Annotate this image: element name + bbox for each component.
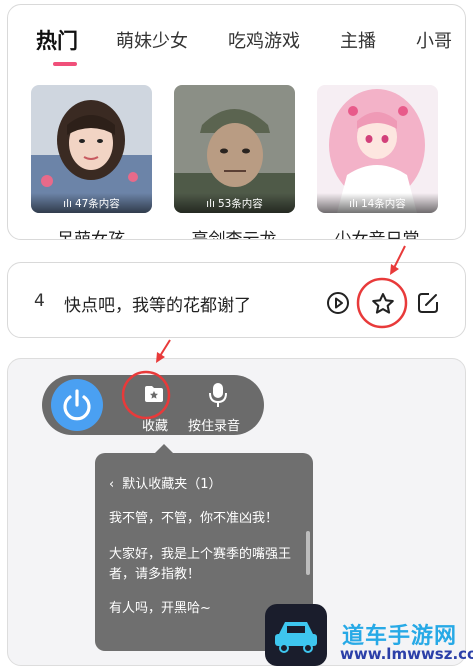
chevron-left-icon: ‹ [109, 477, 115, 492]
microphone-icon [209, 383, 227, 407]
collection-thumbnail-3[interactable]: ılı 14条内容 [317, 85, 438, 213]
bars-icon: ılı [63, 198, 72, 210]
collection-title-2: 亮剑李云龙 [191, 230, 277, 240]
popup-scrollbar[interactable] [306, 531, 310, 575]
active-tab-indicator [53, 62, 77, 66]
power-button[interactable] [51, 379, 103, 431]
collect-button[interactable]: 收藏 [130, 375, 178, 435]
line-number: 4 [34, 291, 45, 311]
record-label: 按住录音 [188, 419, 241, 434]
collection-thumbnail-2[interactable]: ılı 53条内容 [174, 85, 295, 213]
category-tabs: 热门 萌妹少女 吃鸡游戏 主播 小哥 [36, 27, 465, 63]
folder-title: 默认收藏夹（1） [122, 477, 222, 492]
favorite-item-2[interactable]: 大家好，我是上个赛季的嘴强王者，请多指教！ [109, 545, 305, 585]
tab-cute-girl[interactable]: 萌妹少女 [116, 27, 188, 53]
item-count-badge: ılı 53条内容 [174, 193, 295, 213]
voice-line-row: 4 快点吧，我等的花都谢了 [7, 262, 466, 338]
favorite-item-1[interactable]: 我不管，不管，你不准凶我！ [109, 509, 305, 529]
item-count-badge: ılı 47条内容 [31, 193, 152, 213]
bars-icon: ılı [206, 198, 215, 210]
edit-icon[interactable] [416, 291, 440, 315]
folder-star-icon [145, 386, 163, 402]
record-button[interactable]: 按住录音 [184, 375, 254, 435]
tab-pubg-game[interactable]: 吃鸡游戏 [228, 27, 300, 53]
item-count-badge: ılı 14条内容 [317, 193, 438, 213]
tab-streamer[interactable]: 主播 [340, 27, 376, 53]
watermark-url: www.lmwwsz.com [340, 645, 473, 663]
car-logo-icon [275, 622, 317, 653]
collection-title-1: 呆萌女孩 [57, 230, 125, 240]
favorites-folder-header[interactable]: ‹ 默认收藏夹（1） [109, 473, 221, 492]
tab-hot[interactable]: 热门 [36, 25, 78, 55]
watermark-logo [265, 604, 327, 666]
collect-label: 收藏 [142, 419, 169, 434]
floating-toolbar: 收藏 按住录音 [42, 375, 264, 435]
collection-panel: 热门 萌妹少女 吃鸡游戏 主播 小哥 ılı 47条内容 呆萌女孩 ılı 53… [7, 4, 466, 240]
collection-title-3: 少女音日常 [334, 230, 420, 240]
collection-thumbnail-1[interactable]: ılı 47条内容 [31, 85, 152, 213]
voice-line-text: 快点吧，我等的花都谢了 [64, 296, 251, 316]
star-favorite-icon[interactable] [370, 291, 396, 317]
tab-little-brother[interactable]: 小哥 [416, 27, 452, 53]
bars-icon: ılı [349, 198, 358, 210]
power-icon [63, 389, 91, 421]
play-icon[interactable] [326, 291, 350, 315]
